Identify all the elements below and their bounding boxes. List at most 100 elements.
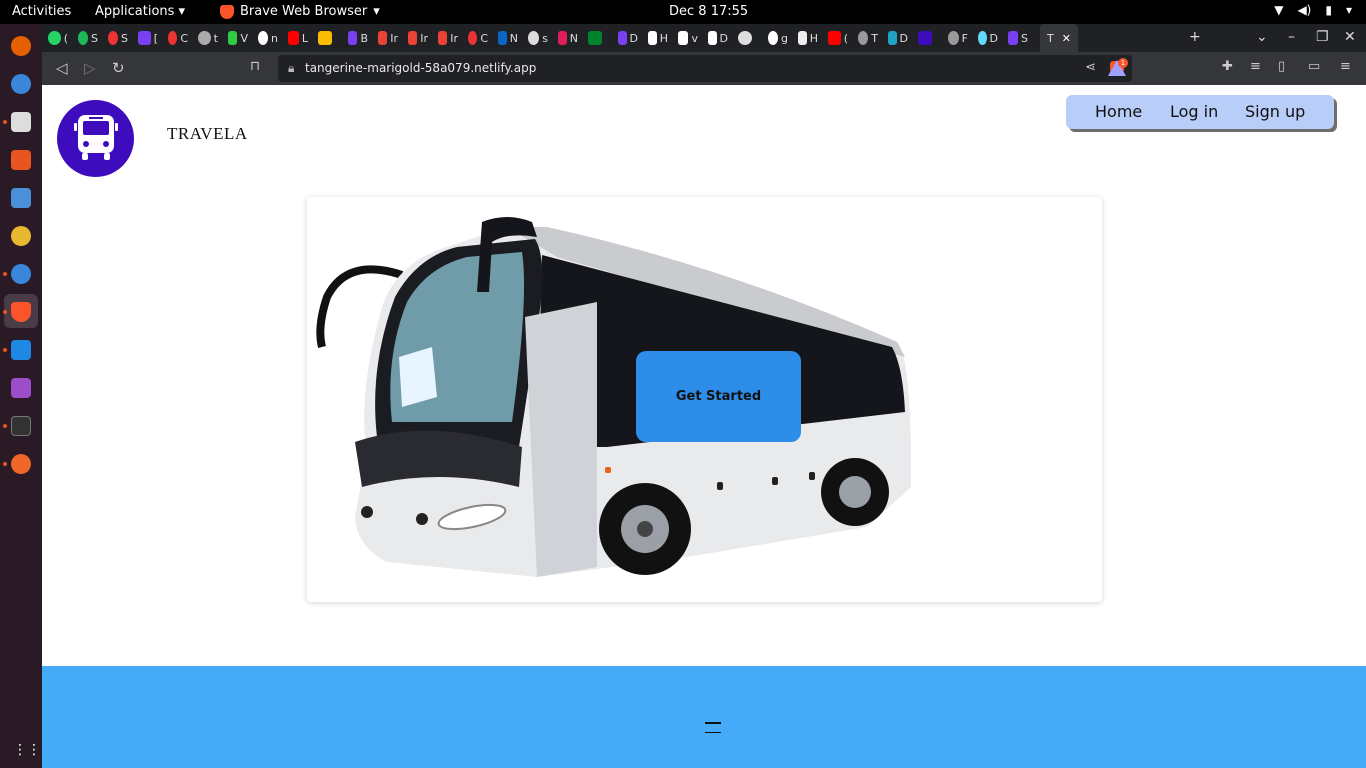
help-icon[interactable] (11, 264, 31, 284)
rewards-badge: 1 (1118, 58, 1128, 68)
tab-title: H (809, 31, 818, 45)
rhythmbox-icon[interactable] (11, 226, 31, 246)
wallet-icon[interactable]: ▭ (1308, 59, 1320, 74)
nav-signup-link[interactable]: Sign up (1245, 102, 1305, 121)
forward-icon[interactable]: ▷ (84, 59, 96, 77)
menu-icon[interactable]: ≡ (1340, 59, 1351, 74)
maximize-icon[interactable]: ❐ (1316, 29, 1329, 45)
triangle-favicon-icon (648, 31, 657, 45)
firefox-icon[interactable] (11, 36, 31, 56)
tab-react[interactable]: D (978, 28, 998, 48)
video-player-icon[interactable] (11, 378, 31, 398)
tab-google[interactable]: n (258, 28, 278, 48)
medium-favicon-icon (798, 31, 807, 45)
tab-title: S (1021, 31, 1028, 45)
tab-globe[interactable]: F (948, 28, 968, 48)
sidebar-icon[interactable]: ▯ (1278, 59, 1285, 74)
tab-gmail[interactable]: Ir (438, 28, 458, 48)
tab-medium[interactable]: H (798, 28, 818, 48)
address-bar[interactable]: 🔒︎ tangerine-marigold-58a079.netlify.app… (278, 55, 1132, 82)
postman-icon[interactable] (11, 454, 31, 474)
tab-linkedin[interactable]: N (498, 28, 518, 48)
bus-logo[interactable] (57, 100, 134, 177)
media-icon[interactable]: ≡ (1250, 59, 1261, 74)
tab-title: Ir (420, 31, 428, 45)
tab-green[interactable]: V (228, 28, 248, 48)
hamburger-icon[interactable] (705, 722, 721, 734)
tab-meet[interactable] (588, 28, 608, 48)
app-menu-label: Brave Web Browser (240, 4, 368, 19)
lock-icon: 🔒︎ (288, 61, 295, 75)
hero-card: Get Started (307, 197, 1102, 602)
tab-red[interactable]: C (468, 28, 488, 48)
nav-login-link[interactable]: Log in (1170, 102, 1218, 121)
tab-gmail[interactable]: Ir (408, 28, 428, 48)
nav-home-link[interactable]: Home (1095, 102, 1142, 121)
tab-youtube[interactable]: ( (828, 28, 848, 48)
github-favicon-icon (528, 31, 540, 45)
tab-purple[interactable]: [ (138, 28, 158, 48)
tab-travela[interactable] (918, 28, 938, 48)
extensions-icon[interactable]: ✚ (1222, 59, 1233, 74)
tab-red[interactable]: S (108, 28, 128, 48)
new-tab-button[interactable]: + (1189, 29, 1201, 45)
running-indicator (3, 348, 7, 352)
back-icon[interactable]: ◁ (56, 59, 68, 77)
tab-title: C (180, 31, 188, 45)
google-favicon-icon (258, 31, 269, 45)
files-icon[interactable] (11, 112, 31, 132)
running-indicator (3, 310, 7, 314)
reload-icon[interactable]: ↻ (112, 59, 125, 77)
tab-youtube[interactable]: L (288, 28, 308, 48)
tab-triangle[interactable]: D (708, 28, 728, 48)
tab-google[interactable]: g (768, 28, 788, 48)
url-text[interactable]: tangerine-marigold-58a079.netlify.app (305, 61, 536, 75)
tab-title: D (899, 31, 908, 45)
bookmark-icon[interactable]: ⊓ (250, 59, 260, 74)
tab-github[interactable] (738, 28, 758, 48)
get-started-button[interactable]: Get Started (636, 351, 801, 442)
purple-favicon-icon (348, 31, 358, 45)
software-center-icon[interactable] (11, 150, 31, 170)
tab-triangle[interactable]: v (678, 28, 698, 48)
tab-title: T (1047, 31, 1054, 45)
tab-whatsapp[interactable]: ( (48, 28, 68, 48)
share-icon[interactable]: ⋖ (1085, 60, 1096, 75)
vscode-icon[interactable] (11, 340, 31, 360)
tab-active[interactable]: T ✕ (1040, 24, 1078, 52)
tab-github[interactable]: s (528, 28, 548, 48)
tab-red[interactable]: C (168, 28, 188, 48)
tab-purple[interactable]: D (618, 28, 638, 48)
brave-icon[interactable] (11, 302, 31, 322)
app-menu-brave[interactable]: Brave Web Browser ▾ (220, 4, 380, 19)
terminal-icon[interactable] (11, 416, 31, 436)
thunderbird-icon[interactable] (11, 74, 31, 94)
tab-purple[interactable]: S (1008, 28, 1028, 48)
clock[interactable]: Dec 8 17:55 (669, 4, 748, 19)
system-tray[interactable]: ▼ ◀) ▮ ▾ (1274, 3, 1352, 17)
tab-title: B (360, 31, 368, 45)
system-top-bar: Activities Applications ▾ Brave Web Brow… (0, 0, 1366, 24)
tab-globe[interactable]: T (858, 28, 878, 48)
tab-drive[interactable] (318, 28, 338, 48)
window-close-icon[interactable]: ✕ (1344, 29, 1356, 45)
tab-purple[interactable]: B (348, 28, 368, 48)
minimize-icon[interactable]: – (1288, 29, 1295, 45)
red-favicon-icon (468, 31, 478, 45)
tab-title: g (781, 31, 788, 45)
globe-favicon-icon (858, 31, 869, 45)
brave-rewards-icon[interactable]: 1 (1108, 58, 1130, 78)
youtube-favicon-icon (288, 31, 299, 45)
tab-spotify[interactable]: S (78, 28, 98, 48)
applications-menu[interactable]: Applications ▾ (95, 4, 185, 19)
tab-slack[interactable]: N (558, 28, 578, 48)
activities-button[interactable]: Activities (12, 4, 71, 19)
close-icon[interactable]: ✕ (1062, 32, 1071, 45)
tab-gmail[interactable]: Ir (378, 28, 398, 48)
writer-icon[interactable] (11, 188, 31, 208)
tab-title: D (629, 31, 638, 45)
tab-search-icon[interactable]: ⌄ (1256, 29, 1268, 45)
tab-diamond[interactable]: D (888, 28, 908, 48)
tab-triangle[interactable]: H (648, 28, 668, 48)
tab-circle[interactable]: t (198, 28, 218, 48)
